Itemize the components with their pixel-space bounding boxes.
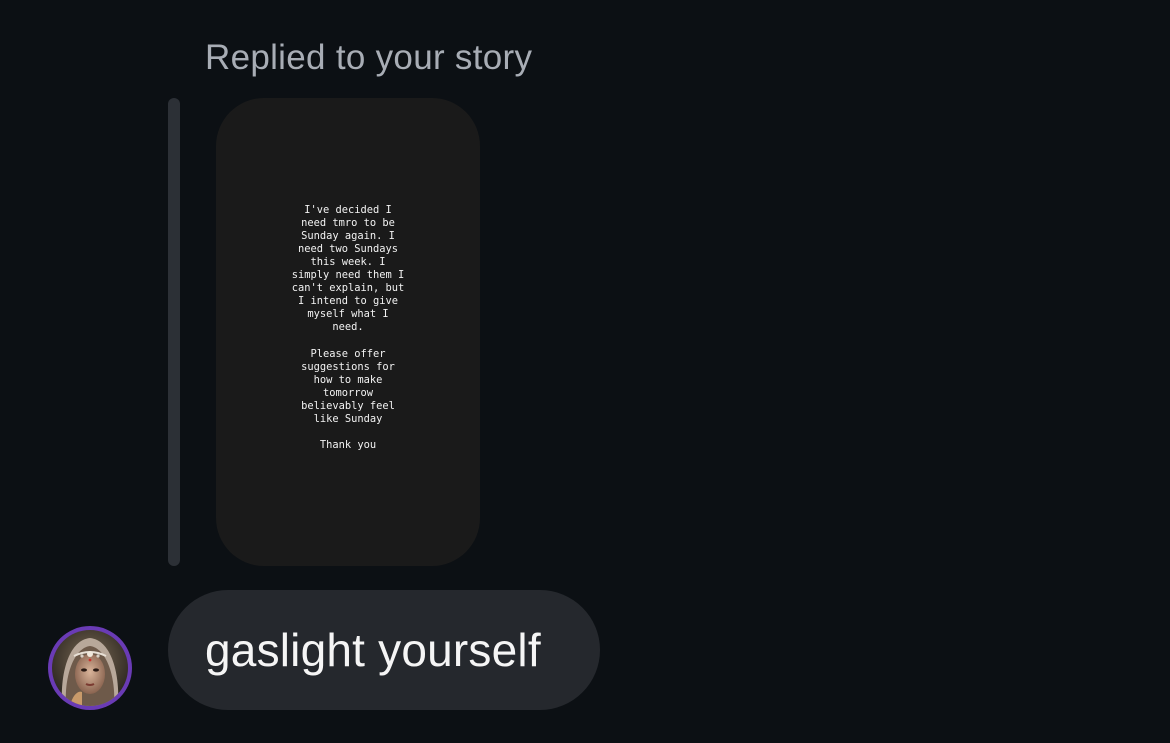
reply-quote-bar	[168, 98, 180, 566]
chat-thread: Replied to your story I've decided I nee…	[0, 0, 1170, 743]
story-text: I've decided I need tmro to be Sunday ag…	[291, 203, 405, 452]
story-reply-label: Replied to your story	[205, 38, 533, 77]
message-bubble[interactable]: gaslight yourself	[168, 590, 600, 710]
avatar-photo	[52, 630, 128, 706]
story-preview[interactable]: I've decided I need tmro to be Sunday ag…	[216, 98, 480, 566]
message-text: gaslight yourself	[205, 624, 541, 676]
avatar[interactable]	[48, 626, 132, 710]
